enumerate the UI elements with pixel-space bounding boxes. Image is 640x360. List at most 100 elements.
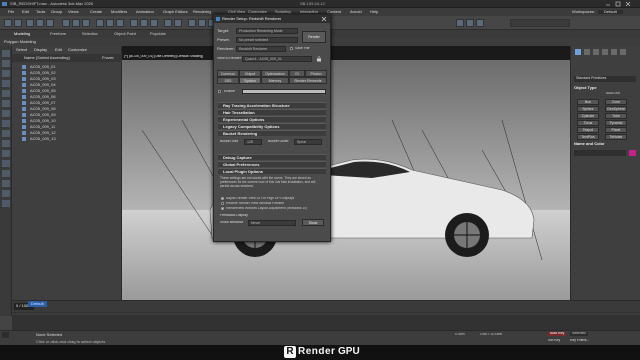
rollout-global-preferences[interactable]: Global Preferences xyxy=(218,161,326,167)
tab-output[interactable]: Output xyxy=(239,70,261,77)
ribbon-tab-selection[interactable]: Selection xyxy=(82,32,98,36)
utilities-tab-icon[interactable] xyxy=(620,49,626,55)
menu-graph-editors[interactable]: Graph Editors xyxy=(163,10,188,14)
polygon-modeling-label[interactable]: Polygon Modeling xyxy=(4,40,36,44)
space-warp-icon[interactable] xyxy=(2,120,10,127)
rotate-icon[interactable] xyxy=(106,19,114,27)
rollout-hair-tessellation[interactable]: Hair Tessellation xyxy=(218,109,326,115)
sort-header[interactable]: Name (Sorted Ascending) xyxy=(24,56,70,60)
object-type-button[interactable]: Cylinder xyxy=(577,113,599,119)
rollout-local-plugin-options[interactable]: Local Plugin Options xyxy=(218,168,326,174)
menu-file[interactable]: File xyxy=(8,10,14,14)
view-to-render-dropdown[interactable]: Quad 4 - AC05_009_01 xyxy=(242,56,312,62)
create-tab-icon[interactable] xyxy=(575,49,581,55)
helper-icon[interactable] xyxy=(2,110,10,117)
restore-position-checkbox[interactable] xyxy=(221,202,224,205)
hierarchy-tab-icon[interactable] xyxy=(593,49,599,55)
maxscript-listener[interactable] xyxy=(2,332,10,338)
curve-editor-icon[interactable] xyxy=(198,19,206,27)
close-icon[interactable] xyxy=(624,1,632,7)
minimize-icon[interactable] xyxy=(604,1,612,7)
target-dropdown[interactable]: Production Rendering Mode xyxy=(236,28,298,34)
snap-icon[interactable] xyxy=(130,19,138,27)
high-dpi-checkbox[interactable] xyxy=(221,197,224,200)
explorer-tab-customize[interactable]: Customize xyxy=(68,48,87,52)
menu-arnold[interactable]: Arnold xyxy=(350,10,362,14)
show-button[interactable]: Show xyxy=(302,219,324,226)
autogrid-label[interactable]: AutoGrid xyxy=(606,92,620,96)
tab-memory[interactable]: Memory xyxy=(261,77,289,84)
menu-edit[interactable]: Edit xyxy=(22,10,29,14)
object-type-button[interactable]: Teapot xyxy=(577,127,599,133)
rollout-ray-tracing[interactable]: Ray Tracing Acceleration Structure xyxy=(218,102,326,108)
track-bar[interactable] xyxy=(12,312,640,330)
rendered-frame-window-icon[interactable] xyxy=(466,19,474,27)
render-button[interactable]: Render xyxy=(302,31,326,43)
bucket-size-dropdown[interactable]: 128 xyxy=(244,139,262,145)
bone-icon[interactable] xyxy=(2,140,10,147)
tab-render-elements[interactable]: Render Elements xyxy=(289,77,327,84)
tab-gi[interactable]: GI xyxy=(289,70,305,77)
explorer-row[interactable]: AC05_009_13 xyxy=(18,136,122,142)
menu-views[interactable]: Views xyxy=(68,10,79,14)
explorer-tab-select[interactable]: Select xyxy=(16,48,27,52)
container-icon[interactable] xyxy=(2,190,10,197)
set-key-button[interactable]: Set Key xyxy=(548,339,560,343)
hierarchy-icon[interactable] xyxy=(2,70,10,77)
object-name-field[interactable] xyxy=(574,150,626,156)
object-type-button[interactable]: Box xyxy=(577,99,599,105)
link-icon[interactable] xyxy=(26,19,34,27)
render-production-icon[interactable] xyxy=(476,19,484,27)
object-type-button[interactable]: Torus xyxy=(577,120,599,126)
tab-optimization[interactable]: Optimization xyxy=(261,70,289,77)
camera-icon[interactable] xyxy=(2,100,10,107)
filter-icon[interactable] xyxy=(2,80,10,87)
object-type-button[interactable]: Pyramid xyxy=(605,120,627,126)
rollout-debug-capture[interactable]: Debug Capture xyxy=(218,154,326,160)
ribbon-tab-populate[interactable]: Populate xyxy=(150,32,166,36)
render-setup-icon[interactable] xyxy=(456,19,464,27)
dialog-close-icon[interactable] xyxy=(320,16,328,22)
select-object-icon[interactable] xyxy=(62,19,70,27)
renderer-dropdown[interactable]: Redshift Renderer xyxy=(236,46,286,52)
unlink-icon[interactable] xyxy=(36,19,44,27)
selected-dropdown[interactable]: Selected xyxy=(570,332,588,336)
bind-space-warp-icon[interactable] xyxy=(46,19,54,27)
display-tab-icon[interactable] xyxy=(611,49,617,55)
layer-explorer-icon[interactable] xyxy=(188,19,196,27)
rollout-legacy[interactable]: Legacy Compatibility Options xyxy=(218,123,326,129)
layout-adjust-checkbox[interactable] xyxy=(221,207,224,210)
pin-icon[interactable] xyxy=(2,200,10,207)
menu-group[interactable]: Group xyxy=(51,10,62,14)
tab-system[interactable]: System xyxy=(239,77,261,84)
key-filters-button[interactable]: Key Filters... xyxy=(570,339,589,343)
menu-help[interactable]: Help xyxy=(370,10,378,14)
motion-tab-icon[interactable] xyxy=(602,49,608,55)
rectangular-selection-icon[interactable] xyxy=(82,19,90,27)
enable-checkbox[interactable] xyxy=(218,90,221,93)
menu-animation[interactable]: Animation xyxy=(136,10,154,14)
align-icon[interactable] xyxy=(174,19,182,27)
object-type-button[interactable]: TextPlus xyxy=(577,134,599,140)
freeze-icon[interactable] xyxy=(2,160,10,167)
modify-tab-icon[interactable] xyxy=(584,49,590,55)
explorer-tab-display[interactable]: Display xyxy=(34,48,47,52)
mirror-icon[interactable] xyxy=(164,19,172,27)
layer-icon[interactable] xyxy=(2,180,10,187)
time-slider[interactable]: 0 / 100 xyxy=(12,300,640,312)
viewport[interactable]: [+] [AC05_009_01] [Use Defined] [Default… xyxy=(122,46,570,300)
object-type-button[interactable]: Cone xyxy=(605,99,627,105)
tab-common[interactable]: Common xyxy=(217,70,239,77)
percent-snap-icon[interactable] xyxy=(150,19,158,27)
viewport-label[interactable]: [+] [AC05_009_01] [Use Defined] [Default… xyxy=(124,55,203,59)
object-type-button[interactable]: TeNoise xyxy=(605,134,627,140)
maximize-icon[interactable] xyxy=(614,1,622,7)
rollout-experimental[interactable]: Experimental Options xyxy=(218,116,326,122)
workspace-dropdown[interactable]: Default xyxy=(598,10,623,14)
ribbon-tab-object-paint[interactable]: Object Paint xyxy=(114,32,136,36)
angle-snap-icon[interactable] xyxy=(140,19,148,27)
select-tool-icon[interactable] xyxy=(2,50,10,57)
layer-default-dropdown[interactable]: Default xyxy=(28,301,47,307)
ribbon-tab-modeling[interactable]: Modeling xyxy=(14,32,30,36)
group-icon[interactable] xyxy=(2,130,10,137)
